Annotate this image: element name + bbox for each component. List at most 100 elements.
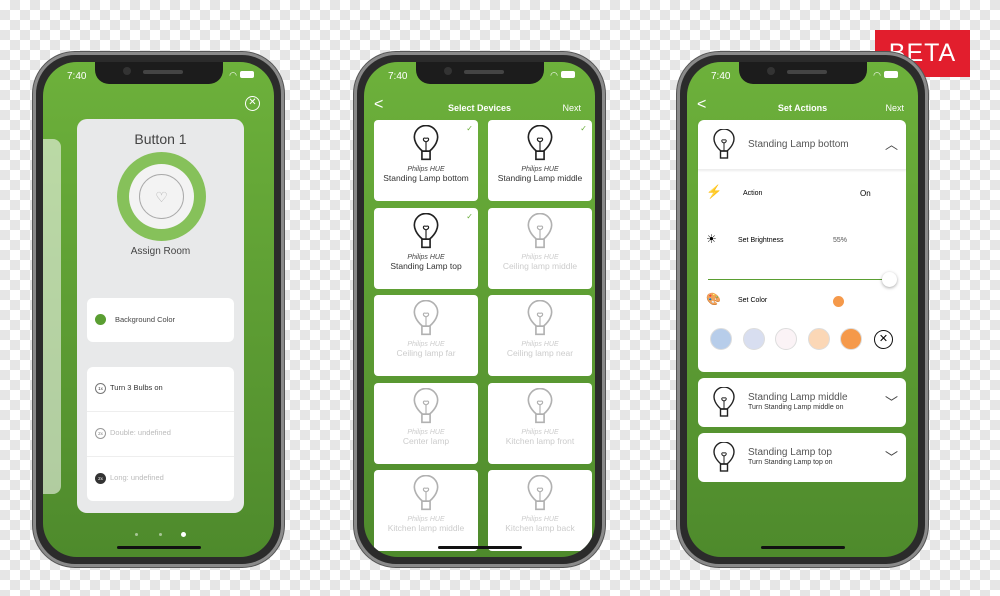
action-label: Action: [743, 190, 763, 197]
device-brand: Philips HUE: [407, 253, 445, 261]
clear-color-icon[interactable]: ✕: [874, 330, 893, 349]
color-swatch[interactable]: [807, 328, 830, 350]
brightness-icon: ☀: [706, 232, 717, 246]
bulb-icon: [527, 387, 553, 423]
bulb-icon: [413, 124, 439, 161]
device-action-summary: Turn Standing Lamp top on: [748, 459, 833, 466]
color-swatch[interactable]: [840, 328, 862, 350]
device-name: Kitchen lamp back: [505, 523, 575, 533]
status-time: 7:40: [388, 71, 408, 82]
next-button[interactable]: Next: [562, 103, 581, 113]
device-name: Standing Lamp bottom: [383, 173, 469, 183]
device-tile[interactable]: ✓ Philips HUE Standing Lamp bottom: [374, 120, 478, 201]
assign-room-link[interactable]: Assign Room: [77, 246, 244, 257]
device-tile[interactable]: ✓ Philips HUE Standing Lamp middle: [488, 120, 592, 201]
bulb-icon: [413, 474, 439, 511]
bulb-icon: [413, 387, 439, 423]
button-card: Button 1 ♡ Assign Room Background Color …: [77, 119, 244, 513]
slider-thumb[interactable]: [882, 272, 897, 287]
device-tile[interactable]: Philips HUE Kitchen lamp middle: [374, 470, 478, 551]
battery-icon: [884, 71, 898, 78]
action-row-double[interactable]: 2x Double: undefined: [87, 412, 234, 457]
check-icon: ✓: [466, 124, 473, 133]
device-tile[interactable]: Philips HUE Ceiling lamp near: [488, 295, 592, 376]
brightness-slider[interactable]: [708, 272, 897, 287]
device-tile[interactable]: Philips HUE Center lamp: [374, 382, 478, 464]
wifi-icon: ◠: [873, 70, 881, 80]
device-name: Standing Lamp top: [390, 260, 462, 271]
device-name: Center lamp: [402, 435, 450, 446]
device-brand: Philips HUE: [407, 341, 445, 348]
selected-color-dot: [833, 296, 844, 307]
action-row-long[interactable]: 2x Long: undefined: [87, 457, 234, 501]
action-label: Long: undefined: [110, 473, 164, 482]
bulb-icon: [527, 212, 553, 248]
color-label: Set Color: [738, 297, 768, 304]
background-color-label: Background Color: [115, 315, 176, 324]
battery-icon: [561, 71, 575, 78]
device-header[interactable]: Standing Lamp bottom ︿: [698, 120, 906, 170]
notch: [94, 62, 223, 84]
screen: 7:40 ◠ ✕ Button 1 ♡ Assign Room Backgrou…: [43, 62, 274, 557]
next-button[interactable]: Next: [885, 103, 904, 113]
wifi-icon: ◠: [229, 70, 237, 80]
previous-card[interactable]: [43, 139, 61, 494]
device-brand: Philips HUE: [407, 166, 445, 173]
device-action-summary: Turn Standing Lamp middle on: [748, 404, 844, 411]
color-swatch[interactable]: [710, 328, 732, 350]
background-color-row[interactable]: Background Color: [87, 298, 234, 342]
action-label: Turn 3 Bulbs on: [110, 383, 163, 392]
bulb-icon: ♡: [139, 174, 184, 219]
chevron-up-icon[interactable]: ︿: [885, 134, 898, 153]
action-label: Double: undefined: [110, 428, 171, 437]
expanded-device-card: Standing Lamp bottom ︿ ⚡ Action On ☀ Set…: [698, 120, 906, 372]
bulb-icon: [527, 474, 553, 511]
close-button[interactable]: ✕: [245, 96, 260, 111]
button-title: Button 1: [134, 131, 187, 147]
brightness-value: 55%: [833, 237, 848, 244]
home-indicator: [437, 546, 522, 549]
chevron-down-icon[interactable]: ﹀: [885, 392, 898, 411]
bulb-icon: [713, 129, 735, 159]
action-value[interactable]: On: [860, 189, 871, 198]
device-name: Standing Lamp middle: [748, 392, 848, 403]
bulb-icon: [713, 386, 735, 417]
phone-button-config: 7:40 ◠ ✕ Button 1 ♡ Assign Room Backgrou…: [33, 52, 284, 567]
action-row-single[interactable]: 1x Turn 3 Bulbs on: [87, 367, 234, 412]
color-swatch[interactable]: [742, 328, 765, 350]
color-dot: [95, 314, 106, 325]
wifi-icon: ◠: [550, 70, 558, 80]
device-brand: Philips HUE: [407, 516, 445, 523]
page-dot[interactable]: [135, 533, 138, 536]
bulb-icon: [527, 124, 553, 161]
phone-select-devices: 7:40 ◠ < Select Devices Next ✓ Philips HU…: [354, 52, 605, 567]
notch: [738, 62, 867, 84]
collapsed-device-card[interactable]: Standing Lamp top Turn Standing Lamp top …: [698, 433, 906, 482]
device-tile[interactable]: Philips HUE Kitchen lamp back: [488, 470, 592, 551]
color-swatch[interactable]: [775, 328, 797, 350]
collapsed-device-card[interactable]: Standing Lamp middle Turn Standing Lamp m…: [698, 378, 906, 427]
device-name: Standing Lamp bottom: [748, 139, 849, 150]
phone-set-actions: 7:40 ◠ < Set Actions Next Standing Lamp …: [677, 52, 928, 567]
home-indicator: [116, 546, 201, 549]
actions-list: 1x Turn 3 Bulbs on 2x Double: undefined 2x…: [87, 367, 234, 501]
bulb-icon: [413, 299, 439, 336]
chevron-down-icon[interactable]: ﹀: [885, 447, 898, 466]
device-tile[interactable]: Philips HUE Ceiling lamp middle: [488, 207, 592, 289]
home-indicator: [760, 546, 845, 549]
page-dot-active[interactable]: [181, 532, 186, 537]
double-press-icon: 2x: [95, 428, 106, 439]
device-name: Ceiling lamp middle: [502, 260, 578, 271]
device-brand: Philips HUE: [521, 516, 559, 523]
device-name: Standing Lamp middle: [497, 173, 583, 183]
lightning-icon: ⚡: [706, 184, 723, 199]
status-icons: ◠: [873, 70, 898, 81]
page-dot[interactable]: [159, 533, 162, 536]
device-brand: Philips HUE: [521, 341, 559, 348]
notch: [415, 62, 544, 84]
device-tile[interactable]: Philips HUE Ceiling lamp far: [374, 295, 478, 376]
bulb-icon: [413, 212, 439, 248]
button-preview[interactable]: ♡: [117, 152, 206, 241]
device-tile[interactable]: ✓ Philips HUE Standing Lamp top: [374, 207, 478, 289]
device-tile[interactable]: Philips HUE Kitchen lamp front: [488, 382, 592, 464]
